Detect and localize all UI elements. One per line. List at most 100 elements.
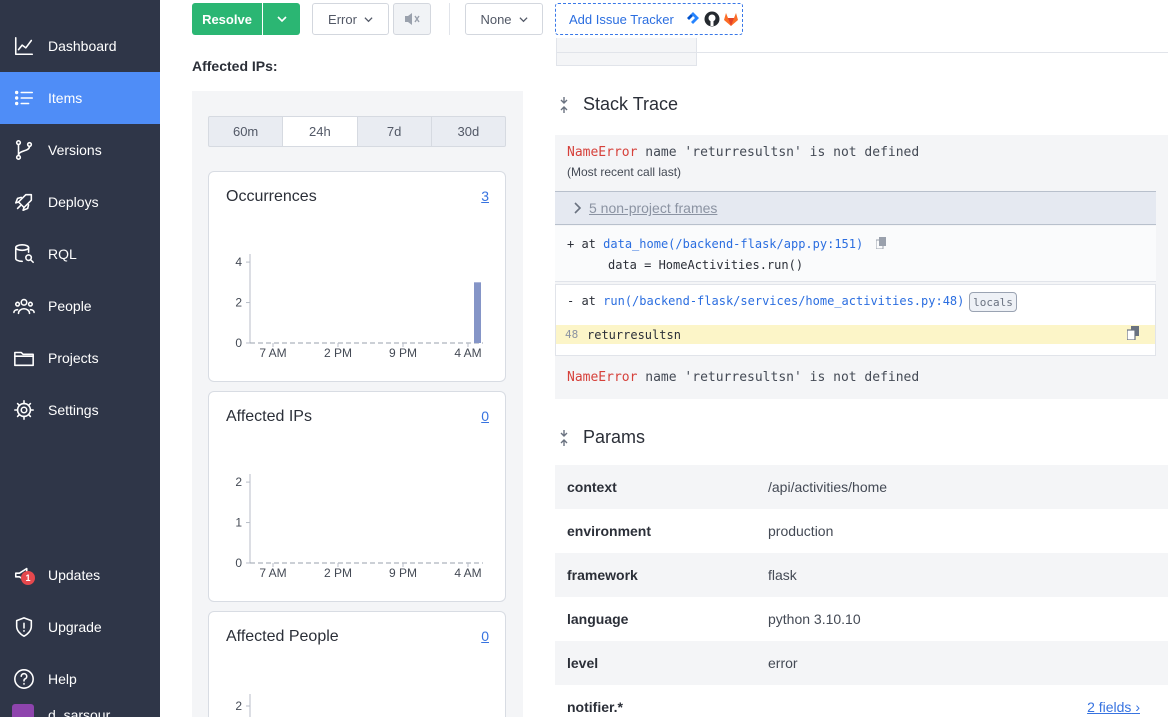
user-menu[interactable]: d_sarsour <box>12 704 110 717</box>
param-value: python 3.10.10 <box>768 611 861 627</box>
section-title: Stack Trace <box>583 94 679 114</box>
y-tick-label: 2 <box>235 475 242 489</box>
param-fields-link[interactable]: 2 fields › <box>1087 699 1140 715</box>
x-tick-label: 2 PM <box>324 346 352 360</box>
people-icon <box>12 294 36 318</box>
mute-button[interactable] <box>393 3 431 35</box>
param-key: language <box>567 611 629 627</box>
user-name: d_sarsour <box>48 707 111 717</box>
affected-ips-chart: 0 1 2 7 AM 2 PM 9 PM 4 AM <box>235 474 483 580</box>
notification-badge: 1 <box>21 571 35 585</box>
toolbar-divider <box>449 3 450 35</box>
frame-location[interactable]: run(/backend-flask/services/home_activit… <box>603 294 964 308</box>
sidebar-item-dashboard[interactable]: Dashboard <box>0 20 160 72</box>
github-icon <box>704 11 720 27</box>
frame-code-text: data = HomeActivities.run() <box>608 258 804 272</box>
error-type: NameError <box>567 370 638 385</box>
non-project-frames-toggle[interactable]: 5 non-project frames <box>555 191 1156 225</box>
param-row: level error <box>555 641 1168 685</box>
stack-frame[interactable] <box>555 226 1156 282</box>
jira-icon <box>685 11 701 27</box>
recent-call-note: (Most recent call last) <box>567 165 682 179</box>
gitlab-icon <box>723 11 739 27</box>
sidebar-item-help[interactable]: Help <box>0 653 160 705</box>
range-tab-30d[interactable]: 30d <box>432 117 505 146</box>
resolve-button[interactable]: Resolve <box>192 3 262 35</box>
param-key: notifier.* <box>567 699 624 715</box>
chevron-down-icon <box>518 16 528 22</box>
frame-location[interactable]: data_home(/backend-flask/app.py:151) <box>603 237 863 251</box>
chevron-down-icon <box>276 16 287 23</box>
locals-button[interactable]: locals <box>969 292 1017 312</box>
affected-people-card: Affected People 0 2 <box>208 611 506 717</box>
branch-icon <box>12 138 36 162</box>
sidebar: Dashboard Items Versions Deploys RQL Peo… <box>0 0 160 717</box>
sidebar-item-projects[interactable]: Projects <box>0 332 160 384</box>
list-icon <box>12 86 36 110</box>
sidebar-item-rql[interactable]: RQL <box>0 228 160 280</box>
sidebar-item-label: Deploys <box>48 194 99 210</box>
sidebar-item-people[interactable]: People <box>0 280 160 332</box>
sidebar-item-versions[interactable]: Versions <box>0 124 160 176</box>
param-value: error <box>768 655 798 671</box>
sidebar-item-label: Versions <box>48 142 102 158</box>
sidebar-item-settings[interactable]: Settings <box>0 384 160 436</box>
time-range-tabs: 60m 24h 7d 30d <box>208 116 506 147</box>
help-icon <box>12 667 36 691</box>
sidebar-item-label: People <box>48 298 92 314</box>
assignee-select[interactable]: None <box>465 3 543 35</box>
copy-icon[interactable] <box>1127 326 1139 340</box>
x-tick-label: 4 AM <box>454 566 481 580</box>
y-tick-label: 2 <box>235 296 242 310</box>
chevron-down-icon <box>364 16 373 22</box>
param-row: language python 3.10.10 <box>555 597 1168 641</box>
frame-header: + at data_home(/backend-flask/app.py:151… <box>567 237 887 251</box>
param-value: /api/activities/home <box>768 479 888 495</box>
param-row: environment production <box>555 509 1168 553</box>
level-select-label: Error <box>328 11 357 27</box>
param-key: framework <box>567 567 638 583</box>
params-header[interactable]: Params <box>557 427 645 448</box>
non-project-frames-label: 5 non-project frames <box>589 200 718 216</box>
param-value: flask <box>768 567 797 583</box>
frame-code: data = HomeActivities.run() <box>608 258 803 272</box>
param-link-label: 2 fields <box>1087 699 1132 715</box>
shield-icon <box>12 615 36 639</box>
sidebar-item-updates[interactable]: 1 Updates <box>0 549 160 601</box>
range-tab-60m[interactable]: 60m <box>209 117 284 146</box>
error-message: NameError name 'returresultsn' is not de… <box>567 145 919 160</box>
sidebar-item-label: Upgrade <box>48 619 102 635</box>
x-tick-label: 7 AM <box>259 566 286 580</box>
sidebar-item-upgrade[interactable]: Upgrade <box>0 601 160 653</box>
occurrences-card: Occurrences 3 0247 AM 2 PM 9 PM 4 AM <box>208 171 506 382</box>
affected-ips-card: Affected IPs 0 0127 AM 2 PM 9 PM 4 AM <box>208 391 506 602</box>
resolve-dropdown-button[interactable] <box>263 3 300 35</box>
affected-ips-heading: Affected IPs: <box>192 58 278 74</box>
y-tick-label: 0 <box>235 556 242 570</box>
x-tick-label: 9 PM <box>389 566 417 580</box>
param-row: notifier.* 2 fields › <box>555 685 1168 717</box>
level-select[interactable]: Error <box>312 3 389 35</box>
add-issue-tracker-label: Add Issue Tracker <box>569 11 674 27</box>
copy-icon[interactable] <box>876 237 887 249</box>
sidebar-item-deploys[interactable]: Deploys <box>0 176 160 228</box>
sidebar-item-label: Updates <box>48 567 101 583</box>
param-row: context /api/activities/home <box>555 465 1168 509</box>
param-key: level <box>567 655 599 671</box>
stack-trace-header[interactable]: Stack Trace <box>557 94 678 115</box>
range-tab-24h[interactable]: 24h <box>283 117 358 146</box>
sidebar-item-items[interactable]: Items <box>0 72 160 124</box>
folder-icon <box>12 346 36 370</box>
assignee-select-label: None <box>480 11 512 27</box>
param-row: framework flask <box>555 553 1168 597</box>
add-issue-tracker-button[interactable]: Add Issue Tracker <box>555 3 743 35</box>
collapse-icon <box>560 96 568 113</box>
occurrences-chart: 0 2 4 7 AM 2 PM 9 PM 4 AM <box>235 254 483 360</box>
database-search-icon <box>12 242 36 266</box>
sidebar-item-label: Items <box>48 90 83 106</box>
logo-icon <box>16 0 56 6</box>
range-tab-7d[interactable]: 7d <box>358 117 432 146</box>
megaphone-icon: 1 <box>12 563 36 587</box>
line-number: 48 <box>565 328 579 341</box>
x-tick-label: 9 PM <box>389 346 417 360</box>
